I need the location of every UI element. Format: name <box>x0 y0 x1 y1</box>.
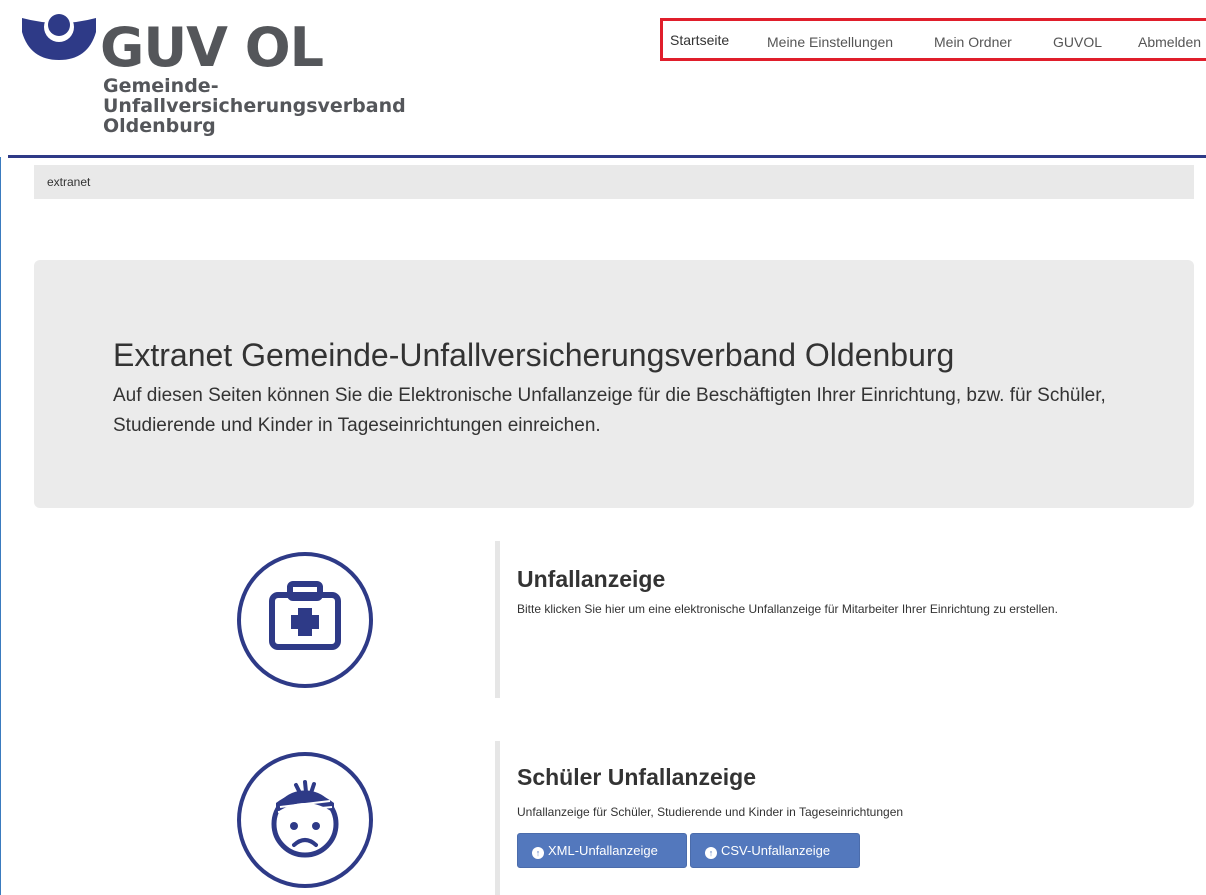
logo-subtitle: Gemeinde- Unfallversicherungsverband Old… <box>103 76 406 136</box>
guv-logo-mark-icon <box>22 14 96 60</box>
site-header: GUV OL Gemeinde- Unfallversicherungsverb… <box>0 0 1206 158</box>
breadcrumb-item[interactable]: extranet <box>47 175 90 189</box>
page-title: Extranet Gemeinde-Unfallversicherungsver… <box>113 337 955 373</box>
breadcrumb: extranet <box>34 165 1194 199</box>
upload-circle-icon: ↑ <box>532 847 544 859</box>
card-divider <box>495 741 500 895</box>
nav-guvol[interactable]: GUVOL <box>1053 34 1102 50</box>
header-divider <box>8 155 1206 158</box>
xml-unfallanzeige-button[interactable]: ↑ XML-Unfallanzeige <box>517 833 687 868</box>
button-label: CSV-Unfallanzeige <box>721 843 831 858</box>
nav-mein-ordner[interactable]: Mein Ordner <box>934 34 1012 50</box>
logo-subtitle-line: Gemeinde- <box>103 75 219 97</box>
schueler-unfallanzeige-description: Unfallanzeige für Schüler, Studierende u… <box>517 805 904 819</box>
first-aid-kit-icon[interactable] <box>236 551 374 689</box>
logo-wordmark: GUV OL <box>100 16 324 79</box>
intro-text: Auf diesen Seiten können Sie die Elektro… <box>113 385 1106 436</box>
card-divider <box>495 541 500 698</box>
unfallanzeige-title[interactable]: Unfallanzeige <box>517 565 665 593</box>
unfallanzeige-description: Bitte klicken Sie hier um eine elektroni… <box>517 602 1058 616</box>
logo-subtitle-line: Unfallversicherungsverband <box>103 95 406 117</box>
button-label: XML-Unfallanzeige <box>548 843 658 858</box>
intro-panel: Extranet Gemeinde-Unfallversicherungsver… <box>34 260 1194 508</box>
nav-startseite[interactable]: Startseite <box>670 32 729 48</box>
injured-child-icon[interactable] <box>236 751 374 889</box>
csv-unfallanzeige-button[interactable]: ↑ CSV-Unfallanzeige <box>690 833 860 868</box>
nav-meine-einstellungen[interactable]: Meine Einstellungen <box>767 34 893 50</box>
logo-subtitle-line: Oldenburg <box>103 115 216 137</box>
nav-abmelden[interactable]: Abmelden <box>1138 34 1201 50</box>
top-navigation: Startseite Meine Einstellungen Mein Ordn… <box>660 18 1206 61</box>
upload-circle-icon: ↑ <box>705 847 717 859</box>
schueler-unfallanzeige-title[interactable]: Schüler Unfallanzeige <box>517 763 756 791</box>
